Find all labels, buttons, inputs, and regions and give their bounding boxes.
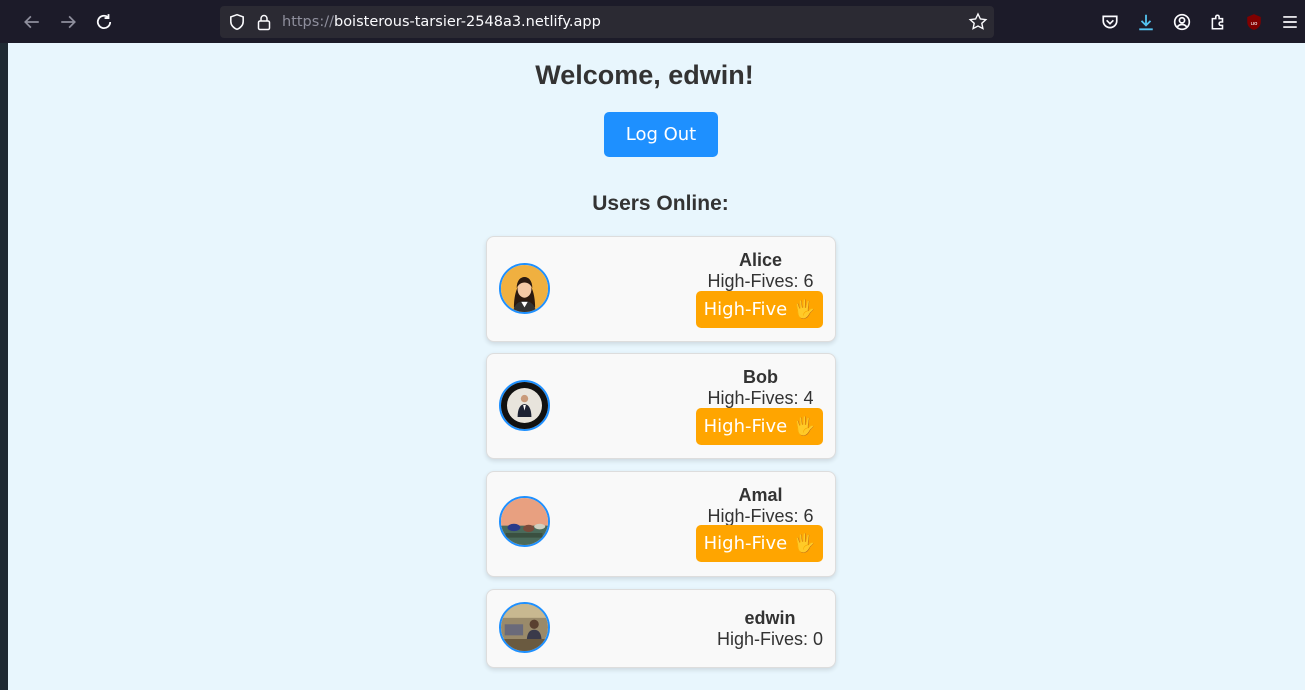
user-info: edwin High-Fives: 0: [707, 608, 833, 650]
high-five-count: High-Fives: 6: [707, 506, 814, 526]
forward-icon[interactable]: [54, 8, 82, 36]
user-name: Alice: [738, 250, 783, 270]
user-name: Bob: [743, 367, 778, 387]
download-icon[interactable]: [1132, 8, 1160, 36]
menu-icon[interactable]: [1276, 8, 1304, 36]
user-info: Amal High-Fives: 6: [697, 485, 824, 527]
high-five-button[interactable]: High-Five 🖐️: [696, 525, 823, 562]
browser-toolbar: https://boisterous-tarsier-2548a3.netlif…: [0, 0, 1305, 43]
bookmark-star-icon[interactable]: [968, 12, 988, 32]
avatar: [499, 602, 550, 653]
account-icon[interactable]: [1168, 8, 1196, 36]
user-name: Amal: [738, 485, 783, 505]
window-edge: [0, 43, 8, 690]
url-bar[interactable]: https://boisterous-tarsier-2548a3.netlif…: [220, 6, 994, 38]
avatar: [499, 380, 550, 431]
extensions-icon[interactable]: [1204, 8, 1232, 36]
user-name: edwin: [744, 608, 796, 628]
user-info: Alice High-Fives: 6: [697, 250, 824, 292]
logout-button[interactable]: Log Out: [604, 112, 718, 157]
high-five-count: High-Fives: 6: [707, 271, 814, 291]
pocket-icon[interactable]: [1096, 8, 1124, 36]
welcome-heading: Welcome, edwin!: [535, 60, 754, 90]
user-info: Bob High-Fives: 4: [697, 367, 824, 409]
high-five-button[interactable]: High-Five 🖐️: [696, 291, 823, 328]
high-five-button[interactable]: High-Five 🖐️: [696, 408, 823, 445]
user-card: Alice High-Fives: 6 High-Five 🖐️: [486, 236, 836, 342]
avatar: [499, 263, 550, 314]
user-card: edwin High-Fives: 0: [486, 589, 836, 668]
user-card: Amal High-Fives: 6 High-Five 🖐️: [486, 471, 836, 577]
high-five-count: High-Fives: 0: [716, 629, 824, 649]
back-icon[interactable]: [18, 8, 46, 36]
lock-icon[interactable]: [256, 13, 272, 31]
shield-icon[interactable]: [228, 13, 246, 31]
user-card: Bob High-Fives: 4 High-Five 🖐️: [486, 353, 836, 459]
reload-icon[interactable]: [90, 8, 118, 36]
svg-text:uo: uo: [1251, 21, 1259, 27]
avatar: [499, 496, 550, 547]
high-five-count: High-Fives: 4: [707, 388, 814, 408]
url-host: boisterous-tarsier-2548a3.netlify.app: [333, 14, 601, 30]
users-online-heading: Users Online:: [592, 192, 729, 215]
ublock-icon[interactable]: uo: [1240, 8, 1268, 36]
url-text[interactable]: https://boisterous-tarsier-2548a3.netlif…: [282, 14, 601, 30]
url-scheme: https://: [282, 14, 334, 30]
